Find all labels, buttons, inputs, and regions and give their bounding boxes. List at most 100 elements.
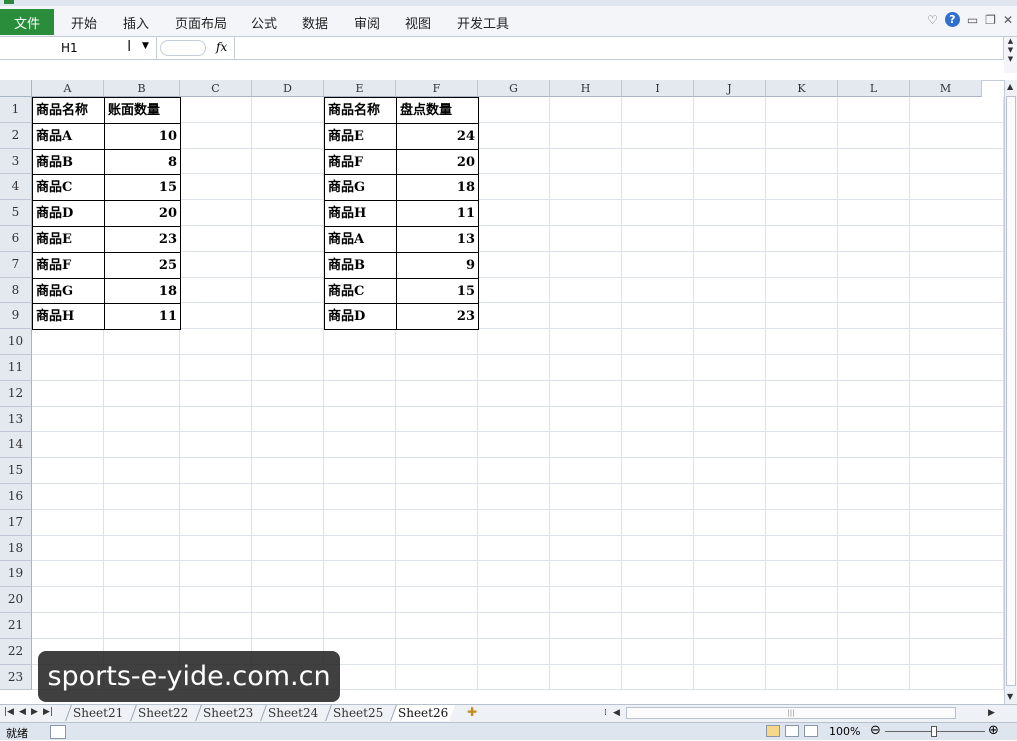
table-cell[interactable]: 20 <box>104 200 181 227</box>
cell-h14[interactable] <box>550 432 622 459</box>
row-header-11[interactable]: 11 <box>0 355 32 381</box>
page-break-view-button[interactable] <box>804 725 818 737</box>
row-header-23[interactable]: 23 <box>0 664 32 691</box>
cell-i1[interactable] <box>622 97 694 123</box>
last-sheet-icon[interactable]: ▶| <box>43 707 53 717</box>
cell-d8[interactable] <box>252 277 324 304</box>
cell-c16[interactable] <box>180 484 252 510</box>
cell-i23[interactable] <box>622 664 694 691</box>
zoom-in-icon[interactable]: ⊕ <box>988 723 999 738</box>
column-header-i[interactable]: I <box>622 80 694 97</box>
table-cell[interactable]: 23 <box>104 226 181 253</box>
cell-c17[interactable] <box>180 509 252 536</box>
cell-c2[interactable] <box>180 122 252 149</box>
cell-i9[interactable] <box>622 303 694 330</box>
cell-a20[interactable] <box>32 587 104 613</box>
cell-l4[interactable] <box>838 174 910 201</box>
column-header-m[interactable]: M <box>910 80 982 97</box>
cell-j5[interactable] <box>694 200 766 226</box>
cell-l8[interactable] <box>838 277 910 304</box>
cell-a13[interactable] <box>32 406 104 433</box>
tab-insert[interactable]: 插入 <box>123 13 149 32</box>
cell-k11[interactable] <box>766 355 838 381</box>
cell-i4[interactable] <box>622 174 694 201</box>
cell-a18[interactable] <box>32 535 104 562</box>
column-header-c[interactable]: C <box>180 80 252 97</box>
cell-f12[interactable] <box>396 380 478 407</box>
cell-a14[interactable] <box>32 432 104 459</box>
cell-g13[interactable] <box>478 406 550 433</box>
cell-c4[interactable] <box>180 174 252 201</box>
cell-i8[interactable] <box>622 277 694 304</box>
formula-toggle[interactable] <box>160 40 206 56</box>
cell-g9[interactable] <box>478 303 550 330</box>
cell-k7[interactable] <box>766 251 838 278</box>
help-icon[interactable]: ? <box>944 12 960 27</box>
cell-g12[interactable] <box>478 380 550 407</box>
cell-i3[interactable] <box>622 148 694 175</box>
cell-c6[interactable] <box>180 226 252 252</box>
cell-b10[interactable] <box>104 329 180 355</box>
cell-j18[interactable] <box>694 535 766 562</box>
cell-d20[interactable] <box>252 587 324 613</box>
cell-m7[interactable] <box>910 251 1004 278</box>
cell-g20[interactable] <box>478 587 550 613</box>
cell-b21[interactable] <box>104 613 180 639</box>
cell-g17[interactable] <box>478 509 550 536</box>
cell-k23[interactable] <box>766 664 838 691</box>
cell-c21[interactable] <box>180 613 252 639</box>
cell-i11[interactable] <box>622 355 694 381</box>
scroll-down-icon[interactable]: ▼ <box>1007 692 1013 701</box>
cell-i5[interactable] <box>622 200 694 226</box>
sheet-tab[interactable]: Sheet23 <box>195 705 261 721</box>
ribbon-collapse-icon[interactable]: ♡ <box>927 13 938 27</box>
cell-k12[interactable] <box>766 380 838 407</box>
cell-i2[interactable] <box>622 122 694 149</box>
cell-g16[interactable] <box>478 484 550 510</box>
cell-m21[interactable] <box>910 613 1004 639</box>
column-header-j[interactable]: J <box>694 80 766 97</box>
cell-l9[interactable] <box>838 303 910 330</box>
cell-m1[interactable] <box>910 97 1004 123</box>
cell-m3[interactable] <box>910 148 1004 175</box>
cell-i7[interactable] <box>622 251 694 278</box>
select-all-corner[interactable] <box>0 80 32 97</box>
cell-j10[interactable] <box>694 329 766 355</box>
cell-k17[interactable] <box>766 509 838 536</box>
cell-h9[interactable] <box>550 303 622 330</box>
cell-j6[interactable] <box>694 226 766 252</box>
cell-e14[interactable] <box>324 432 396 459</box>
tab-review[interactable]: 审阅 <box>354 13 380 32</box>
insert-sheet-icon[interactable]: ✚ <box>467 705 477 719</box>
cell-i6[interactable] <box>622 226 694 252</box>
cell-i20[interactable] <box>622 587 694 613</box>
cell-h7[interactable] <box>550 251 622 278</box>
cell-k21[interactable] <box>766 613 838 639</box>
cell-e10[interactable] <box>324 329 396 355</box>
normal-view-button[interactable] <box>766 725 780 737</box>
cell-k19[interactable] <box>766 561 838 588</box>
cell-m11[interactable] <box>910 355 1004 381</box>
cell-k3[interactable] <box>766 148 838 175</box>
cell-f18[interactable] <box>396 535 478 562</box>
cell-g7[interactable] <box>478 251 550 278</box>
column-header-g[interactable]: G <box>478 80 550 97</box>
cell-l16[interactable] <box>838 484 910 510</box>
table-header-cell[interactable]: 商品名称 <box>324 97 397 124</box>
cell-f14[interactable] <box>396 432 478 459</box>
cell-d15[interactable] <box>252 458 324 484</box>
cell-e19[interactable] <box>324 561 396 588</box>
column-header-l[interactable]: L <box>838 80 910 97</box>
row-header-16[interactable]: 16 <box>0 484 32 510</box>
cell-k22[interactable] <box>766 638 838 665</box>
cell-g21[interactable] <box>478 613 550 639</box>
row-header-4[interactable]: 4 <box>0 174 32 201</box>
sheet-tab[interactable]: Sheet21 <box>65 705 131 721</box>
cell-h13[interactable] <box>550 406 622 433</box>
cell-c12[interactable] <box>180 380 252 407</box>
cell-c15[interactable] <box>180 458 252 484</box>
cell-m5[interactable] <box>910 200 1004 226</box>
cell-m22[interactable] <box>910 638 1004 665</box>
table-cell[interactable]: 商品E <box>32 226 105 253</box>
tab-home[interactable]: 开始 <box>71 13 97 32</box>
